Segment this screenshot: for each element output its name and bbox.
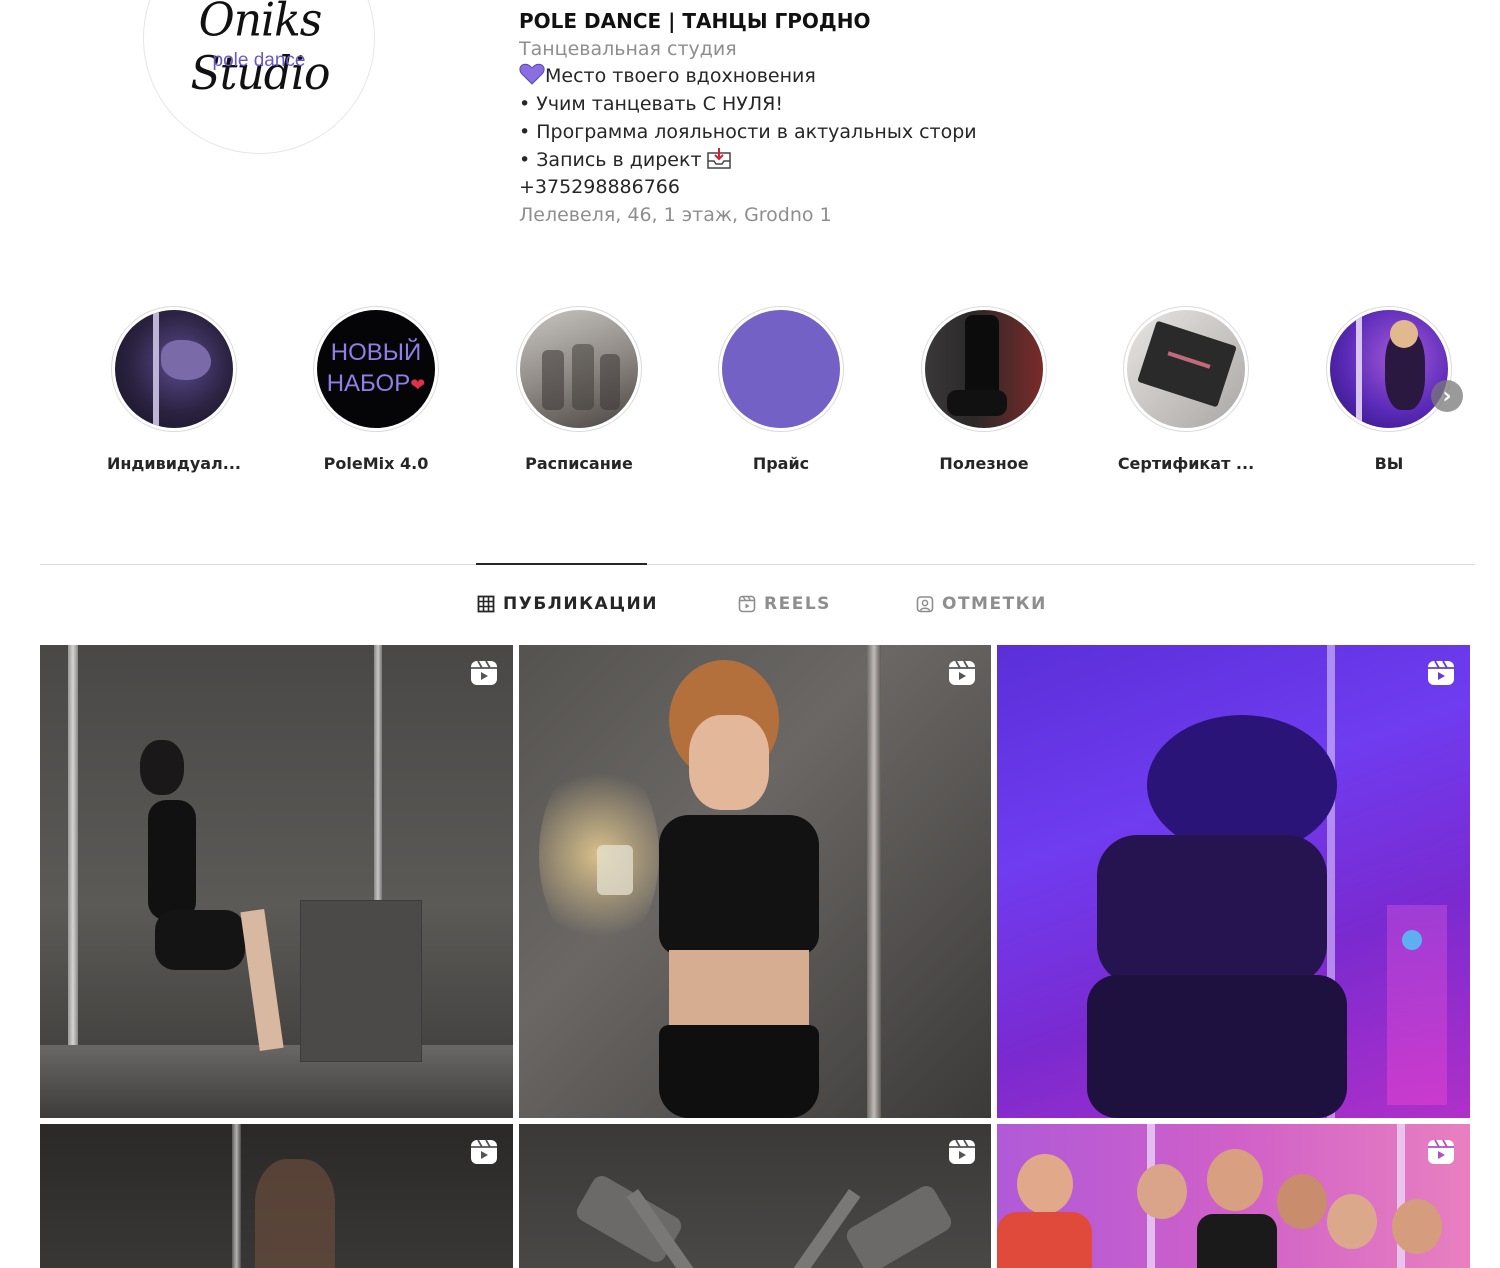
bio-line-1: Место твоего вдохновения [519,63,1219,91]
profile-address[interactable]: Лелевеля, 46, 1 этаж, Grodno 1 [519,202,1219,230]
reel-icon [949,1139,975,1164]
bio-line-text: • Запись в директ [519,148,702,171]
badge-text: НОВЫЙ НАБОР❤ [326,339,426,397]
reel-icon [1428,1139,1454,1164]
tab-label: REELS [764,594,831,614]
highlight-label: ВЫ [1374,454,1404,473]
highlight-item[interactable]: Сертификат ... [1101,306,1271,473]
highlight-label: PoleMix 4.0 [323,454,429,473]
post-dark-pole[interactable] [40,1124,513,1268]
profile-phone[interactable]: +375298886766 [519,174,1219,202]
inbox-tray-icon [706,147,731,169]
highlight-label: Полезное [939,454,1029,473]
bio-line-2: • Учим танцевать С НУЛЯ! [519,93,783,116]
new-recruitment-badge-icon: НОВЫЙ НАБОР❤ [317,310,435,428]
post-dancer-with-glass[interactable] [519,645,991,1118]
profile-avatar[interactable]: Oniks Studio pole dance [143,0,375,154]
chevron-right-icon[interactable]: › [1431,380,1463,412]
reel-icon [949,660,975,685]
highlight-item[interactable]: НОВЫЙ НАБОР❤ PoleMix 4.0 [291,306,461,473]
tagged-icon [916,596,934,613]
reels-icon [738,595,756,613]
tab-tagged[interactable]: ОТМЕТКИ [916,594,1047,614]
highlight-label: Прайс [752,454,810,473]
bio-line-text: Место твоего вдохновения [545,65,816,88]
post-pole-heels[interactable] [519,1124,991,1268]
pole-dancer-photo-icon [115,310,233,428]
highlight-label: Расписание [525,454,633,473]
tab-reels[interactable]: REELS [738,594,831,614]
avatar-logo-subtext: pole dance [212,50,306,71]
purple-circle-icon [722,310,840,428]
tab-label: ПУБЛИКАЦИИ [503,594,658,614]
tabs-divider [40,564,1475,565]
post-purple-backbend[interactable] [997,645,1470,1118]
grid-icon [477,595,495,613]
bio-line-3: • Программа лояльности в актуальных стор… [519,120,977,143]
tab-label: ОТМЕТКИ [942,594,1047,614]
dancer-purple-photo-icon [1330,310,1448,428]
certificate-photo-icon [1127,310,1245,428]
post-group-photo[interactable] [997,1124,1470,1268]
reel-icon [471,660,497,685]
highlight-item[interactable]: Расписание [494,306,664,473]
highlight-item[interactable]: Индивидуал... [89,306,259,473]
reel-icon [1428,660,1454,685]
tab-posts[interactable]: ПУБЛИКАЦИИ [477,594,658,614]
profile-name: POLE DANCE | ТАНЦЫ ГРОДНО [519,9,871,33]
post-kneeling-dancer[interactable] [40,645,513,1118]
highlight-item[interactable]: Прайс [696,306,866,473]
profile-bio: POLE DANCE | ТАНЦЫ ГРОДНО Танцевальная с… [519,8,1219,230]
profile-category: Танцевальная студия [519,37,737,60]
bio-line-4: • Запись в директ [519,147,1219,175]
highlight-label: Сертификат ... [1117,454,1255,473]
highlight-item[interactable]: Полезное [899,306,1069,473]
purple-heart-icon [519,64,545,86]
heels-photo-icon [520,310,638,428]
boots-photo-icon [925,310,1043,428]
highlight-label: Индивидуал... [106,454,241,473]
reel-icon [471,1139,497,1164]
active-tab-indicator [476,563,647,565]
